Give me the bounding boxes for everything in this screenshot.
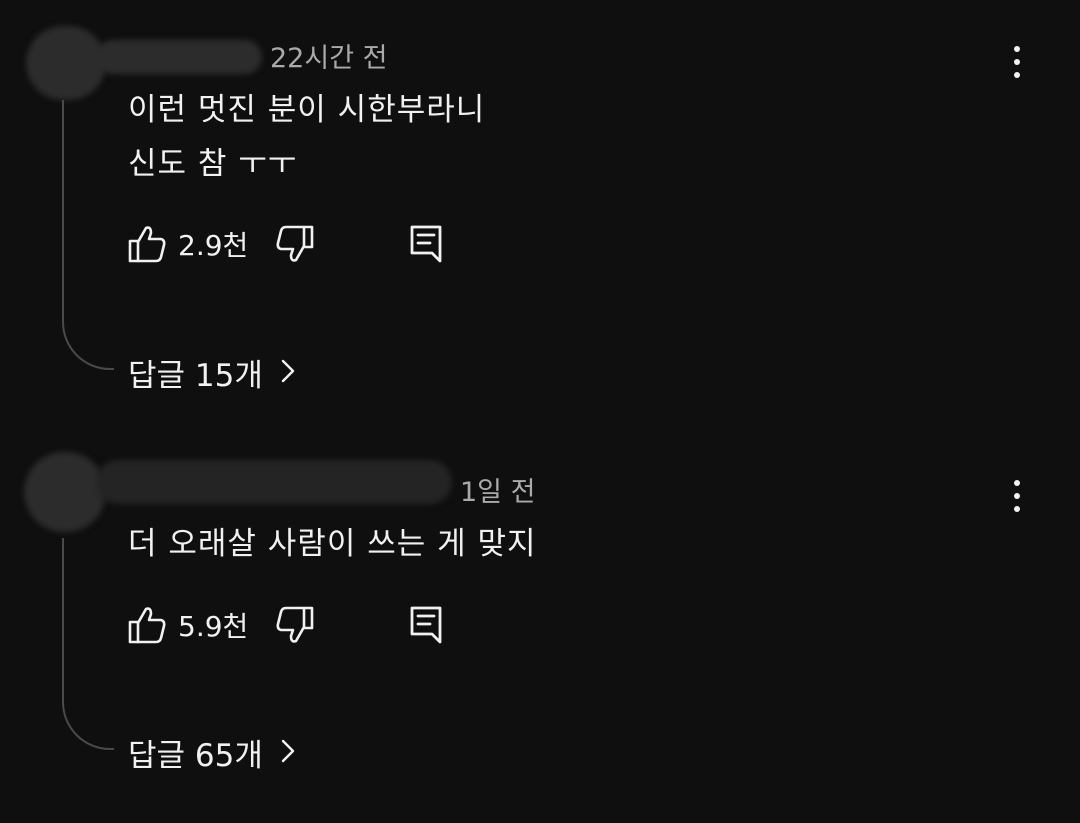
thumbs-up-icon — [128, 605, 166, 645]
replies-label: 답글 65개 — [128, 738, 263, 774]
redacted-username — [96, 460, 452, 504]
comment-text-line: 더 오래살 사람이 쓰는 게 맞지 — [128, 526, 537, 562]
like-count: 5.9천 — [178, 610, 249, 643]
view-replies-button[interactable]: 답글 65개 — [128, 730, 295, 775]
reply-thread-connector — [62, 538, 114, 750]
dislike-button[interactable] — [274, 605, 314, 645]
redacted-avatar — [24, 452, 106, 532]
more-vertical-icon — [1014, 480, 1020, 512]
comment-reply-icon — [410, 605, 442, 645]
reply-button[interactable] — [410, 605, 442, 645]
thumbs-down-icon — [274, 605, 314, 645]
comment-more-menu-button[interactable] — [1000, 474, 1034, 518]
comment-timestamp: 1일 전 — [460, 477, 536, 508]
chevron-right-icon — [281, 735, 295, 771]
like-button[interactable]: 5.9천 — [128, 605, 248, 645]
comment-thread-2: 1일 전 더 오래살 사람이 쓰는 게 맞지 5.9천 답글 65개 — [0, 0, 1080, 823]
